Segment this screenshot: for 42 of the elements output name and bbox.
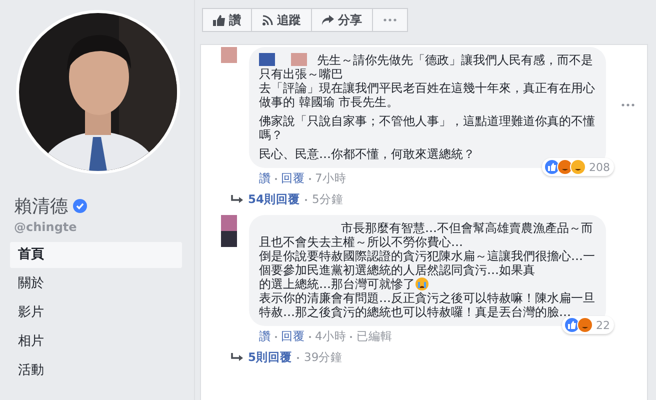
- comment-action-link[interactable]: 回覆: [281, 329, 305, 344]
- nav-item[interactable]: 相片: [10, 329, 182, 355]
- nav-item[interactable]: 關於: [10, 271, 182, 297]
- thumbs-up-icon: [213, 14, 225, 26]
- comment-meta: 7小時: [315, 171, 346, 186]
- comment-text: 佛家說「只說自家事；不管他人事」，這點道理難道你真的不懂嗎？: [259, 114, 595, 142]
- follow-button[interactable]: 追蹤: [251, 8, 312, 32]
- nav-item[interactable]: 活動: [10, 358, 182, 384]
- more-icon: [383, 18, 397, 22]
- comment-meta: 已編輯: [356, 329, 392, 344]
- comment-text: 的選上總統…那台灣可就慘了: [259, 277, 415, 291]
- crying-face-icon: [415, 277, 429, 291]
- view-replies-link[interactable]: 5則回覆: [248, 350, 292, 365]
- nav-item[interactable]: 首頁: [10, 242, 182, 268]
- page-name[interactable]: 賴清德: [14, 194, 68, 218]
- comment-text: 表示你的清廉會有問題…反正貪污之後可以特赦嘛！陳水扁一旦特赦…那之後貪污的總統也可以特赦囉！真是丟台灣的臉…: [259, 291, 595, 319]
- comment-text: 去「評論」現在讓我們平民老百姓在這幾十年來，真正有在用心做事的 韓國瑜 市長先生。: [259, 81, 595, 109]
- comment-menu-icon[interactable]: [621, 103, 635, 107]
- comment-action-link[interactable]: 讚: [259, 329, 271, 344]
- comment-meta: 4小時: [315, 329, 346, 344]
- reply-arrow-icon: [231, 353, 243, 362]
- reaction-count: 208: [589, 160, 610, 174]
- reply-time: 5分鐘: [312, 192, 344, 207]
- reply-arrow-icon: [231, 195, 243, 204]
- reaction-count: 22: [596, 318, 610, 332]
- comment-text: 民心、民意…你都不懂，何敢來選總統？: [259, 147, 475, 161]
- comment-text: 倒是你說要特赦國際認證的貪污犯陳水扁～這讓我們很擔心…一個要參加民進黨初選總統的人居然認同貪污…如果真: [259, 249, 595, 277]
- reply-time: 39分鐘: [304, 350, 343, 365]
- share-arrow-icon: [322, 15, 334, 25]
- comment-text: 市長那麼有智慧…不但會幫高雄賣農漁產品～而且也不會失去主權～所以不勞你費心…: [259, 221, 593, 249]
- rss-icon: [262, 14, 273, 26]
- comment-action-link[interactable]: 回覆: [281, 171, 305, 186]
- page-handle: @chingte: [14, 220, 78, 234]
- view-replies-link[interactable]: 54則回覆: [248, 192, 300, 207]
- share-button[interactable]: 分享: [311, 8, 373, 32]
- avatar[interactable]: [221, 215, 237, 247]
- comment-text: 先生～請你先做先「德政」讓我們人民有感，而不是只有出張～嘴巴: [259, 53, 593, 81]
- nav-item[interactable]: 影片: [10, 300, 182, 326]
- like-button[interactable]: 讚: [202, 8, 252, 32]
- angry-reaction-icon: [577, 317, 593, 333]
- comment-action-link[interactable]: 讚: [259, 171, 271, 186]
- laughing-reaction-icon: [570, 159, 586, 175]
